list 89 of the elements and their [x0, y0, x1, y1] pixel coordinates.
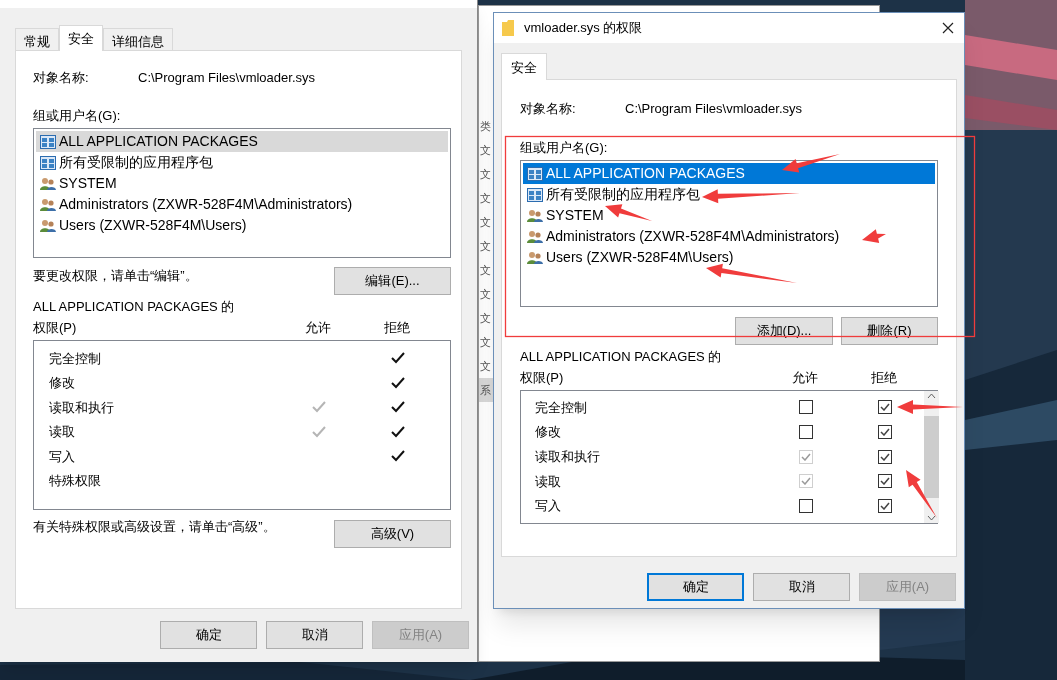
file-list-item[interactable]: 文: [479, 234, 493, 258]
checkbox[interactable]: [878, 499, 892, 514]
principal-item[interactable]: Administrators (ZXWR-528F4M\Administrators): [36, 194, 448, 215]
edit-hint: 要更改权限，请单击“编辑”。: [33, 267, 198, 285]
users-icon: [40, 176, 56, 191]
advanced-hint: 有关特殊权限或高级设置，请单击“高级”。: [33, 518, 276, 536]
folder-icon: [502, 20, 514, 36]
dialog-button[interactable]: 确定: [160, 621, 257, 649]
close-icon[interactable]: [942, 22, 954, 34]
permission-name: 写入: [48, 447, 76, 466]
principal-item[interactable]: Users (ZXWR-528F4M\Users): [36, 215, 448, 236]
users-icon: [527, 208, 543, 223]
users-icon: [40, 218, 56, 233]
permission-name: 修改: [534, 423, 562, 442]
object-label: 对象名称:: [520, 100, 577, 118]
permissions-label: 权限(P): [520, 368, 565, 387]
group-label: 组或用户名(G):: [33, 106, 122, 125]
principal-item[interactable]: 所有受限制的应用程序包: [36, 152, 448, 173]
file-list-item[interactable]: 类: [479, 114, 493, 138]
checkbox[interactable]: [878, 449, 892, 464]
window-title: vmloader.sys 的权限: [524, 19, 644, 38]
dialog-button[interactable]: 取消: [266, 621, 363, 649]
users-icon: [527, 250, 543, 265]
permission-name: 读取和执行: [534, 447, 601, 466]
file-list-item[interactable]: 文: [479, 330, 493, 354]
file-list-item[interactable]: 文: [479, 210, 493, 234]
scroll-up-icon[interactable]: [927, 393, 936, 399]
advanced-button[interactable]: 高级(V): [334, 520, 451, 548]
permission-name: 读取: [534, 472, 562, 491]
file-list-item[interactable]: 文: [479, 354, 493, 378]
file-list-item[interactable]: 文: [479, 186, 493, 210]
package-icon: [527, 166, 543, 181]
principal-item[interactable]: 所有受限制的应用程序包: [523, 184, 935, 205]
principal-item[interactable]: ALL APPLICATION PACKAGES: [523, 163, 935, 184]
object-path: C:\Program Files\vmloader.sys: [625, 100, 802, 118]
principal-item[interactable]: Users (ZXWR-528F4M\Users): [523, 247, 935, 268]
package-icon: [40, 155, 56, 170]
users-icon: [527, 229, 543, 244]
annotation-arrow: [605, 204, 652, 221]
scroll-thumb[interactable]: [924, 416, 939, 498]
tab[interactable]: 常规: [15, 28, 59, 50]
users-icon: [40, 197, 56, 212]
file-list-item[interactable]: 系: [479, 378, 493, 402]
file-list-item[interactable]: 文: [479, 162, 493, 186]
permission-name: 读取: [48, 423, 76, 441]
checkbox[interactable]: [878, 400, 892, 415]
object-label: 对象名称:: [33, 69, 90, 87]
principal-item[interactable]: ALL APPLICATION PACKAGES: [36, 131, 448, 152]
deny-header: 拒绝: [870, 368, 898, 387]
object-path: C:\Program Files\vmloader.sys: [138, 69, 315, 87]
group-label: 组或用户名(G):: [520, 138, 609, 157]
package-icon: [40, 134, 56, 149]
tab[interactable]: 安全: [59, 25, 103, 51]
scrollbar[interactable]: [924, 391, 939, 523]
principal-item[interactable]: Administrators (ZXWR-528F4M\Administrators): [523, 226, 935, 247]
checkbox[interactable]: [878, 425, 892, 440]
checkbox[interactable]: [799, 499, 813, 514]
dialog-button[interactable]: 确定: [647, 573, 744, 601]
checkbox[interactable]: [799, 425, 813, 440]
allow-header: 允许: [304, 318, 332, 337]
tab[interactable]: 安全: [501, 53, 547, 80]
add-button[interactable]: 添加(D)...: [735, 317, 833, 345]
file-list-item[interactable]: 文: [479, 282, 493, 306]
principal-item[interactable]: SYSTEM: [523, 205, 935, 226]
annotation-arrow: [906, 470, 937, 518]
permission-name: 特殊权限: [48, 472, 102, 490]
allow-header: 允许: [791, 368, 819, 387]
tab[interactable]: 详细信息: [103, 28, 173, 50]
file-list-item[interactable]: 文: [479, 306, 493, 330]
file-list-item[interactable]: 文: [479, 258, 493, 282]
permission-name: 完全控制: [534, 398, 588, 417]
edit-button[interactable]: 编辑(E)...: [334, 267, 451, 295]
permission-name: 读取和执行: [48, 398, 115, 417]
annotation-arrow: [862, 229, 886, 243]
checkbox[interactable]: [799, 400, 813, 415]
permission-name: 完全控制: [48, 349, 102, 368]
permission-name: 修改: [48, 374, 76, 392]
package-icon: [527, 187, 543, 202]
deny-header: 拒绝: [383, 318, 411, 337]
permissions-label: 权限(P): [33, 318, 78, 337]
dialog-button[interactable]: 取消: [753, 573, 850, 601]
annotation-arrow: [782, 154, 840, 173]
permissions-title: ALL APPLICATION PACKAGES 的: [520, 348, 723, 366]
checkbox[interactable]: [878, 474, 892, 489]
scroll-down-icon[interactable]: [927, 515, 936, 521]
permissions-title: ALL APPLICATION PACKAGES 的: [33, 298, 236, 316]
principal-item[interactable]: SYSTEM: [36, 173, 448, 194]
permission-name: 写入: [534, 497, 562, 516]
file-list-item[interactable]: 文: [479, 138, 493, 162]
